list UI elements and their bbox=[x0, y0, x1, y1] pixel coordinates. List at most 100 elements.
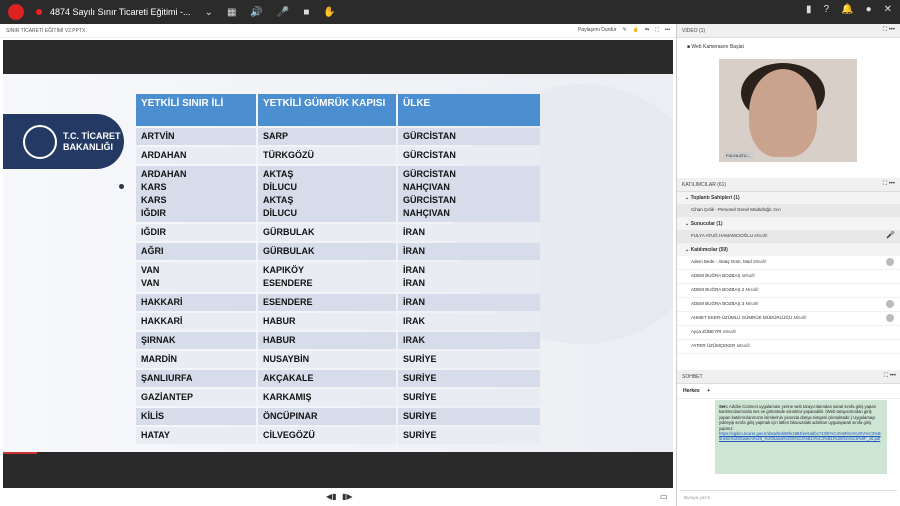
share-pod-header: SINIR TİCARETİ EĞİTİMİ V2.PPTX Paylaşımı… bbox=[0, 24, 676, 38]
exit-icon[interactable]: ✕ bbox=[884, 4, 892, 15]
sidebar-toggle-icon[interactable]: ▭ bbox=[660, 492, 668, 501]
meeting-title[interactable]: 4874 Sayılı Sınır Ticareti Eğitimi -... bbox=[50, 7, 191, 17]
participant-host[interactable]: Cihan Çelik - Personel Genel Müdürlüğü S… bbox=[677, 204, 900, 218]
chat-message-link[interactable]: https://egitim.ticaret.gov.tr/data/5eb88… bbox=[719, 431, 883, 442]
hosts-section[interactable]: ⌄ Toplantı Sahipleri (1) bbox=[677, 192, 900, 204]
host-name: Cihan Çelik - Personel Genel Müdürlüğü bbox=[691, 207, 772, 212]
app-logo-icon[interactable] bbox=[8, 4, 24, 20]
slide-controls: ◀▮ ▮▶ ▭ bbox=[0, 490, 676, 506]
participant-tag: Misafir bbox=[753, 259, 767, 264]
chat-tab-bar: Herkes + bbox=[677, 384, 900, 399]
more-icon[interactable]: ••• bbox=[665, 27, 670, 33]
participant-row[interactable]: ADEM BUĞRA BOZBAŞ Misafir bbox=[677, 270, 900, 284]
app-topbar: 4874 Sayılı Sınır Ticareti Eğitimi -... … bbox=[0, 0, 900, 24]
table-cell: KARKAMIŞ bbox=[258, 389, 396, 406]
raise-hand-icon[interactable]: ✋ bbox=[323, 7, 335, 18]
table-cell: ESENDERE bbox=[258, 294, 396, 311]
video-feed[interactable]: FULYA ATU... bbox=[719, 59, 857, 162]
user-icon[interactable]: ● bbox=[866, 4, 872, 15]
add-chat-tab-icon[interactable]: + bbox=[707, 388, 710, 394]
next-slide-icon[interactable]: ▮▶ bbox=[342, 492, 353, 501]
table-cell: İRAN İRAN bbox=[398, 262, 540, 292]
participant-tag: Misafir bbox=[745, 301, 759, 306]
stop-sharing-button[interactable]: Paylaşımı Durdur bbox=[578, 27, 617, 33]
speaker-icon[interactable]: 🔊 bbox=[250, 7, 262, 18]
table-cell: GÜRCİSTAN bbox=[398, 128, 540, 145]
slide-stage: T.C. TİCARET BAKANLIĞI YETKİLİ SINIR İLİ… bbox=[3, 40, 673, 488]
start-webcam-button[interactable]: ■ Web Kamerasını Başlat bbox=[687, 44, 744, 50]
border-gates-table: YETKİLİ SINIR İLİ YETKİLİ GÜMRÜK KAPISI … bbox=[134, 92, 542, 446]
table-cell: ŞIRNAK bbox=[136, 332, 256, 349]
participants-title: KATILIMCILAR (61) bbox=[682, 182, 727, 188]
chat-message: Sen: Adobe Connect uygulaması yerine web… bbox=[715, 400, 887, 474]
slide-content: T.C. TİCARET BAKANLIĞI YETKİLİ SINIR İLİ… bbox=[3, 74, 673, 452]
microphone-icon: 🎤 bbox=[886, 232, 895, 239]
layout-grid-icon[interactable]: ▦ bbox=[227, 7, 236, 18]
table-cell: GÜRCİSTAN NAHÇIVAN GÜRCİSTAN NAHÇIVAN bbox=[398, 166, 540, 222]
table-row: VAN VAN KAPIKÖY ESENDERE İRAN İRAN bbox=[136, 262, 540, 292]
presenters-section[interactable]: ⌄ Sunucular (1) bbox=[677, 218, 900, 230]
video-pod-menu-icon[interactable]: ⛶ ••• bbox=[883, 27, 895, 34]
table-cell: AKTAŞ DİLUCU AKTAŞ DİLUCU bbox=[258, 166, 396, 222]
table-row: ARDAHAN TÜRKGÖZÜ GÜRCİSTAN bbox=[136, 147, 540, 164]
pen-icon[interactable]: ✎ bbox=[623, 27, 627, 33]
table-row: ŞANLIURFA AKÇAKALE SURİYE bbox=[136, 370, 540, 387]
header-gate: YETKİLİ GÜMRÜK KAPISI bbox=[258, 94, 396, 126]
table-cell: GÜRCİSTAN bbox=[398, 147, 540, 164]
participant-tag: Misafir bbox=[793, 315, 807, 320]
video-pod-title: VİDEO (1) bbox=[682, 28, 706, 34]
participant-row[interactable]: ADEM BUĞRA BOZBAŞ 2 Misafir bbox=[677, 284, 900, 298]
table-row: HATAY CİLVEGÖZÜ SURİYE bbox=[136, 427, 540, 444]
table-cell: GÜRBULAK bbox=[258, 243, 396, 260]
table-cell: SARP bbox=[258, 128, 396, 145]
participant-name: Adem Bede - Aktaş Güm. Müd bbox=[691, 259, 752, 264]
camera-icon[interactable]: ■ bbox=[303, 7, 309, 18]
video-pod-header: VİDEO (1) ⛶ ••• bbox=[677, 24, 900, 38]
previous-slide-icon[interactable]: ◀▮ bbox=[326, 492, 337, 501]
table-cell: IRAK bbox=[398, 313, 540, 330]
table-row: IĞDIR GÜRBULAK İRAN bbox=[136, 224, 540, 241]
sync-icon[interactable]: ⇆ bbox=[645, 27, 649, 33]
fullscreen-icon[interactable]: ⛶ bbox=[655, 27, 659, 33]
chat-input[interactable]: Buraya yazın bbox=[679, 490, 897, 504]
table-cell: İRAN bbox=[398, 224, 540, 241]
table-cell: HABUR bbox=[258, 313, 396, 330]
participant-name: ADEM BUĞRA BOZBAŞ 3 bbox=[691, 301, 745, 306]
participant-row[interactable]: Adem Bede - Aktaş Güm. Müd Misafir bbox=[677, 256, 900, 270]
participant-row[interactable]: ADEM BUĞRA BOZBAŞ 3 Misafir bbox=[677, 298, 900, 312]
table-row: AĞRI GÜRBULAK İRAN bbox=[136, 243, 540, 260]
chat-sender: Sen: bbox=[719, 404, 729, 409]
chat-menu-icon[interactable]: ⛶ ••• bbox=[884, 373, 896, 380]
ministry-logo: T.C. TİCARET BAKANLIĞI bbox=[3, 114, 124, 169]
participant-tag: Misafir bbox=[722, 329, 737, 334]
attendee-list: Adem Bede - Aktaş Güm. Müd Misafir ADEM B… bbox=[677, 256, 900, 354]
right-panel: VİDEO (1) ⛶ ••• ■ Web Kamerasını Başlat … bbox=[676, 24, 900, 506]
pointer-icon[interactable]: ☝ bbox=[633, 27, 639, 33]
table-cell: İRAN bbox=[398, 243, 540, 260]
participant-name: ADEM BUĞRA BOZBAŞ bbox=[691, 273, 741, 278]
table-cell: NUSAYBİN bbox=[258, 351, 396, 368]
notification-icon[interactable]: 🔔 bbox=[841, 4, 853, 15]
table-cell: ÖNCÜPINAR bbox=[258, 408, 396, 425]
participant-row[interactable]: AYFER ÜZÜMÇEKER Misafir bbox=[677, 340, 900, 354]
participant-presenter[interactable]: FULYA ATUĞ HAMAMCIOĞLU Misafir 🎤 bbox=[677, 230, 900, 244]
table-row: MARDİN NUSAYBİN SURİYE bbox=[136, 351, 540, 368]
chevron-down-icon[interactable]: ⌄ bbox=[205, 7, 213, 18]
hosts-title: Toplantı Sahipleri (1) bbox=[690, 195, 740, 201]
ministry-line-2: BAKANLIĞI bbox=[63, 141, 113, 152]
participant-row[interactable]: AHMET EKER-ÜZÜMLÜ GÜMRÜK MÜDÜRLÜĞÜ Misaf… bbox=[677, 312, 900, 326]
participants-menu-icon[interactable]: ⛶ ••• bbox=[883, 181, 895, 188]
presenters-title: Sunucular (1) bbox=[690, 221, 723, 227]
help-icon[interactable]: ? bbox=[824, 4, 830, 15]
chat-title: SOHBET bbox=[682, 374, 703, 380]
attendees-section[interactable]: ⌄ Katılımcılar (59) bbox=[677, 244, 900, 256]
microphone-icon[interactable]: 🎤 bbox=[277, 7, 289, 18]
table-cell: IRAK bbox=[398, 332, 540, 349]
participant-row[interactable]: Ayça ZÜBEYİR Misafir bbox=[677, 326, 900, 340]
table-cell: SURİYE bbox=[398, 351, 540, 368]
chat-input-placeholder: Buraya yazın bbox=[684, 495, 711, 500]
table-row: GAZİANTEP KARKAMIŞ SURİYE bbox=[136, 389, 540, 406]
signal-icon[interactable]: ▮ bbox=[806, 4, 812, 15]
seal-icon bbox=[23, 124, 57, 159]
chat-tab-everyone[interactable]: Herkes bbox=[683, 388, 700, 394]
